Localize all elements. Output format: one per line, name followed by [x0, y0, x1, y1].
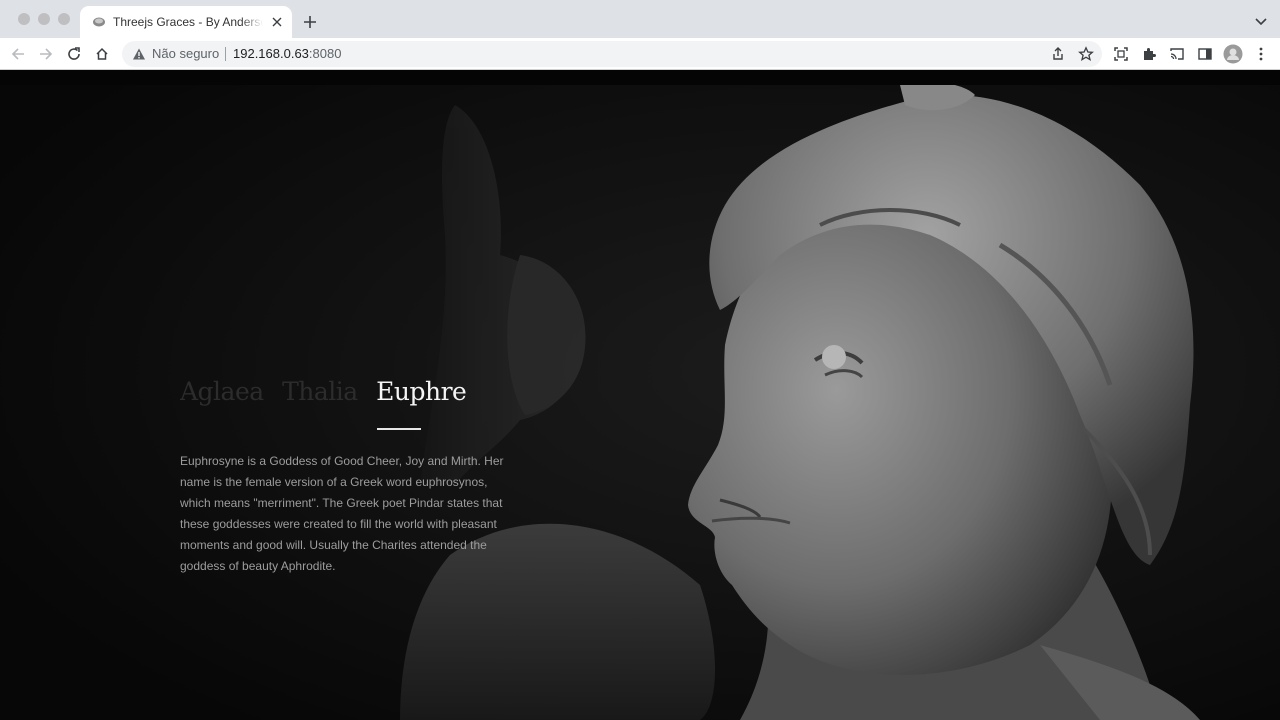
puzzle-icon — [1144, 48, 1156, 60]
minimize-window-button[interactable] — [38, 13, 50, 25]
reload-icon — [68, 47, 80, 60]
cast-button[interactable] — [1166, 43, 1188, 65]
reload-button[interactable] — [63, 43, 85, 65]
screen-capture-button[interactable] — [1110, 43, 1132, 65]
star-icon[interactable] — [1078, 46, 1094, 62]
warning-triangle-icon[interactable] — [132, 47, 146, 61]
goddess-description: Euphrosyne is a Goddess of Good Cheer, J… — [180, 454, 504, 573]
chevron-down-icon — [1255, 18, 1267, 26]
goddess-title-carousel: Aglaea Thalia Euphre — [180, 372, 480, 412]
forward-button[interactable] — [35, 43, 57, 65]
annotation-dot[interactable] — [822, 345, 846, 369]
forward-arrow-icon — [40, 48, 53, 60]
side-panel-icon — [1198, 48, 1212, 60]
webpage: Aglaea Thalia Euphre Euphrosyne is a God… — [0, 70, 1280, 720]
screen-capture-icon — [1114, 47, 1128, 61]
goddess-title-active[interactable]: Euphre — [376, 372, 467, 412]
back-button[interactable] — [7, 43, 29, 65]
browser-chrome: Threejs Graces - By Anderson Mancini — [0, 0, 1280, 70]
tab-title: Threejs Graces - By Anderson Mancini — [113, 15, 263, 29]
cast-icon — [1170, 48, 1184, 60]
close-tab-button[interactable] — [268, 13, 286, 31]
browser-toolbar: Não seguro 192.168.0.63:8080 — [0, 38, 1280, 70]
extensions-button[interactable] — [1138, 43, 1160, 65]
new-tab-button[interactable] — [300, 12, 320, 32]
address-bar[interactable]: Não seguro 192.168.0.63:8080 — [122, 41, 1102, 67]
url-host: 192.168.0.63 — [233, 46, 309, 61]
active-title-underline — [377, 428, 421, 430]
statue-favicon-icon — [93, 17, 105, 27]
tab-search-button[interactable] — [1254, 14, 1268, 28]
share-icon[interactable] — [1050, 46, 1066, 62]
browser-menu-button[interactable] — [1250, 43, 1272, 65]
close-window-button[interactable] — [18, 13, 30, 25]
kebab-menu-icon — [1259, 47, 1263, 61]
side-panel-button[interactable] — [1194, 43, 1216, 65]
home-icon — [96, 47, 108, 60]
security-label[interactable]: Não seguro — [152, 46, 219, 62]
close-icon — [272, 17, 282, 27]
avatar — [1223, 44, 1243, 64]
plus-icon — [304, 16, 316, 28]
goddess-title[interactable]: Aglaea — [180, 372, 264, 412]
maximize-window-button[interactable] — [58, 13, 70, 25]
statue-head — [688, 85, 1200, 720]
page-top-strip — [0, 70, 1280, 85]
tab-strip: Threejs Graces - By Anderson Mancini — [0, 0, 1280, 38]
browser-tab[interactable]: Threejs Graces - By Anderson Mancini — [80, 6, 292, 38]
goddess-title[interactable]: Thalia — [282, 372, 358, 412]
divider — [225, 47, 226, 61]
home-button[interactable] — [91, 43, 113, 65]
back-arrow-icon — [11, 48, 24, 60]
profile-button[interactable] — [1222, 43, 1244, 65]
url-port: :8080 — [308, 46, 342, 61]
url-text[interactable]: 192.168.0.63:8080 — [233, 46, 341, 62]
